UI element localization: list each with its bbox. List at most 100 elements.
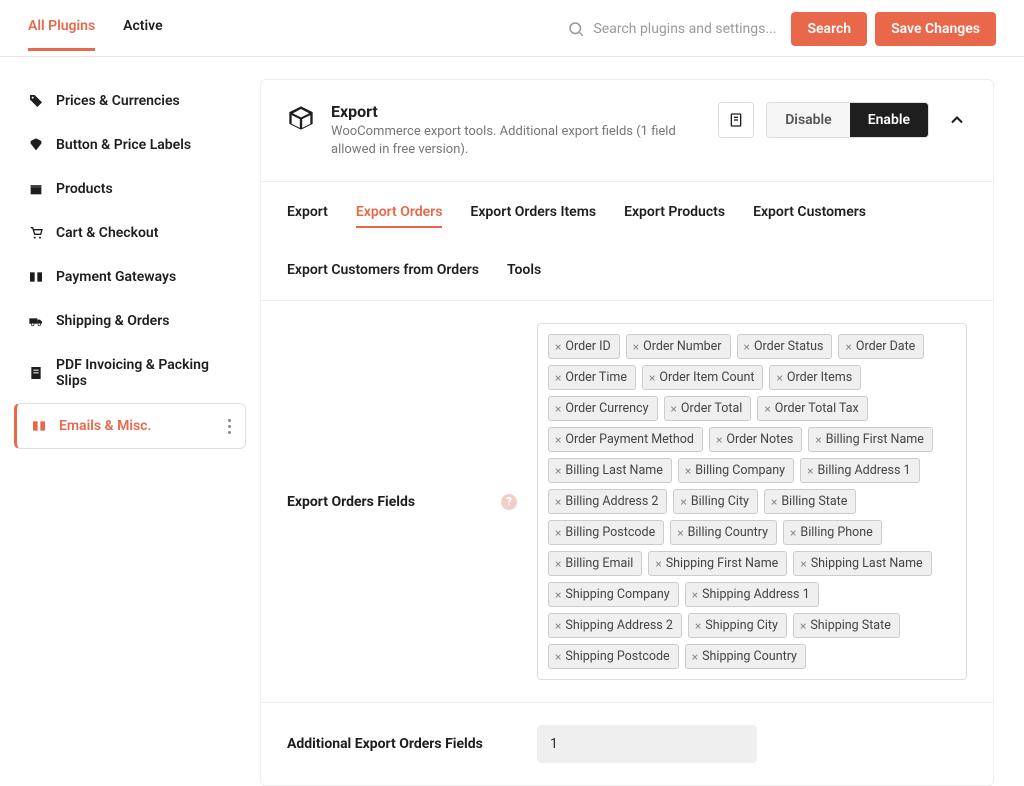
chip-shipping-first-name[interactable]: ×Shipping First Name <box>648 551 787 576</box>
chip-order-currency[interactable]: × Order Currency <box>548 396 658 421</box>
sidebar-item-button-price-labels[interactable]: Button & Price Labels <box>14 123 246 167</box>
chip-label: Order Currency <box>565 401 648 416</box>
additional-fields-row: Additional Export Orders Fields <box>261 703 993 785</box>
chip-billing-city[interactable]: ×Billing City <box>673 489 758 514</box>
subtab-tools[interactable]: Tools <box>507 256 541 284</box>
chip-billing-company[interactable]: ×Billing Company <box>678 458 794 483</box>
chip-billing-email[interactable]: ×Billing Email <box>548 551 642 576</box>
fields-chips[interactable]: ×Order ID×Order Number×Order Status×Orde… <box>537 323 967 680</box>
chip-order-items[interactable]: ×Order Items <box>769 365 861 390</box>
chip-order-date[interactable]: ×Order Date <box>838 334 924 359</box>
chip-remove-icon[interactable]: × <box>815 433 821 447</box>
search-input[interactable] <box>593 21 783 37</box>
subtab-export-orders[interactable]: Export Orders <box>356 198 443 228</box>
chip-billing-last-name[interactable]: ×Billing Last Name <box>548 458 672 483</box>
chip-billing-postcode[interactable]: ×Billing Postcode <box>548 520 664 545</box>
chip-remove-icon[interactable]: × <box>555 402 561 416</box>
chip-shipping-address-2[interactable]: × Shipping Address 2 <box>548 613 682 638</box>
chip-remove-icon[interactable]: × <box>845 340 851 354</box>
chip-remove-icon[interactable]: × <box>555 526 561 540</box>
sidebar-item-pdf-invoicing-packing-slips[interactable]: PDF Invoicing & Packing Slips <box>14 343 246 403</box>
chip-remove-icon[interactable]: × <box>555 557 561 571</box>
chip-remove-icon[interactable]: × <box>680 495 686 509</box>
sidebar-item-label: Prices & Currencies <box>56 93 180 109</box>
disable-button[interactable]: Disable <box>767 103 850 137</box>
chip-billing-first-name[interactable]: ×Billing First Name <box>808 427 933 452</box>
subtab-export-products[interactable]: Export Products <box>624 198 725 228</box>
sidebar-item-prices-currencies[interactable]: Prices & Currencies <box>14 79 246 123</box>
chip-shipping-country[interactable]: ×Shipping Country <box>685 644 806 669</box>
chip-shipping-postcode[interactable]: ×Shipping Postcode <box>548 644 679 669</box>
chip-remove-icon[interactable]: × <box>685 464 691 478</box>
chip-remove-icon[interactable]: × <box>649 371 655 385</box>
cart-icon <box>28 225 44 241</box>
search-button[interactable]: Search <box>791 12 867 46</box>
chip-remove-icon[interactable]: × <box>555 495 561 509</box>
chip-remove-icon[interactable]: × <box>671 402 677 416</box>
chip-order-number[interactable]: ×Order Number <box>626 334 731 359</box>
help-icon[interactable]: ? <box>501 494 517 510</box>
subtab-export-customers-from-orders[interactable]: Export Customers from Orders <box>287 256 479 284</box>
subtab-export-orders-items[interactable]: Export Orders Items <box>470 198 596 228</box>
chip-label: Shipping Address 2 <box>565 618 672 633</box>
sidebar-item-products[interactable]: Products <box>14 167 246 211</box>
chip-order-time[interactable]: ×Order Time <box>548 365 636 390</box>
chip-order-total[interactable]: ×Order Total <box>664 396 752 421</box>
chip-remove-icon[interactable]: × <box>555 340 561 354</box>
chip-remove-icon[interactable]: × <box>716 433 722 447</box>
chip-remove-icon[interactable]: × <box>692 588 698 602</box>
chip-remove-icon[interactable]: × <box>555 650 561 664</box>
chip-remove-icon[interactable]: × <box>555 588 561 602</box>
subtab-export[interactable]: Export <box>287 198 328 228</box>
chip-order-status[interactable]: ×Order Status <box>737 334 833 359</box>
chip-shipping-address-1[interactable]: ×Shipping Address 1 <box>685 582 819 607</box>
chip-remove-icon[interactable]: × <box>555 433 561 447</box>
chip-remove-icon[interactable]: × <box>771 495 777 509</box>
module-subtabs: Export Export Orders Export Orders Items Ex… <box>261 181 993 301</box>
additional-fields-input[interactable] <box>537 725 757 763</box>
sidebar-item-cart-checkout[interactable]: Cart & Checkout <box>14 211 246 255</box>
chip-remove-icon[interactable]: × <box>555 619 561 633</box>
chip-remove-icon[interactable]: × <box>655 557 661 571</box>
chip-remove-icon[interactable]: × <box>800 557 806 571</box>
chip-remove-icon[interactable]: × <box>764 402 770 416</box>
chip-remove-icon[interactable]: × <box>790 526 796 540</box>
chevron-up-icon[interactable] <box>947 110 967 130</box>
chip-billing-state[interactable]: ×Billing State <box>764 489 856 514</box>
module-card: Export WooCommerce export tools. Additio… <box>260 79 994 786</box>
more-icon[interactable] <box>228 419 231 434</box>
chip-billing-phone[interactable]: ×Billing Phone <box>783 520 882 545</box>
chip-order-id[interactable]: ×Order ID <box>548 334 620 359</box>
chip-shipping-last-name[interactable]: ×Shipping Last Name <box>793 551 931 576</box>
chip-remove-icon[interactable]: × <box>633 340 639 354</box>
sidebar-item-payment-gateways[interactable]: Payment Gateways <box>14 255 246 299</box>
chip-order-notes[interactable]: ×Order Notes <box>709 427 802 452</box>
chip-remove-icon[interactable]: × <box>744 340 750 354</box>
chip-billing-address-2[interactable]: ×Billing Address 2 <box>548 489 667 514</box>
chip-remove-icon[interactable]: × <box>807 464 813 478</box>
enable-button[interactable]: Enable <box>850 103 928 137</box>
chip-remove-icon[interactable]: × <box>695 619 701 633</box>
chip-shipping-company[interactable]: ×Shipping Company <box>548 582 679 607</box>
save-changes-button[interactable]: Save Changes <box>875 12 996 46</box>
tab-active[interactable]: Active <box>123 18 162 51</box>
chip-remove-icon[interactable]: × <box>776 371 782 385</box>
chip-remove-icon[interactable]: × <box>555 371 561 385</box>
docs-button[interactable] <box>718 102 754 138</box>
tab-all-plugins[interactable]: All Plugins <box>28 18 95 51</box>
gateway-icon <box>28 269 44 285</box>
chip-order-payment-method[interactable]: ×Order Payment Method <box>548 427 703 452</box>
chip-shipping-state[interactable]: ×Shipping State <box>793 613 900 638</box>
chip-remove-icon[interactable]: × <box>800 619 806 633</box>
chip-remove-icon[interactable]: × <box>677 526 683 540</box>
chip-remove-icon[interactable]: × <box>555 464 561 478</box>
chip-order-item-count[interactable]: ×Order Item Count <box>642 365 763 390</box>
sidebar-item-shipping-orders[interactable]: Shipping & Orders <box>14 299 246 343</box>
chip-shipping-city[interactable]: ×Shipping City <box>688 613 787 638</box>
chip-billing-country[interactable]: ×Billing Country <box>670 520 777 545</box>
sidebar-item-emails-misc-[interactable]: Emails & Misc. <box>14 403 246 449</box>
subtab-export-customers[interactable]: Export Customers <box>753 198 866 228</box>
chip-billing-address-1[interactable]: ×Billing Address 1 <box>800 458 919 483</box>
chip-remove-icon[interactable]: × <box>692 650 698 664</box>
chip-order-total-tax[interactable]: ×Order Total Tax <box>757 396 867 421</box>
